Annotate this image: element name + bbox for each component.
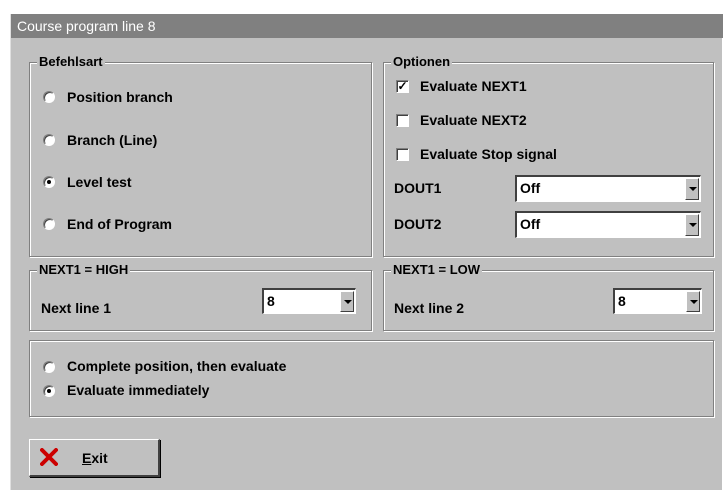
- next1-high-legend: NEXT1 = HIGH: [37, 262, 131, 278]
- next-line-2-value: 8: [618, 293, 626, 309]
- radio-position-branch[interactable]: [43, 91, 55, 103]
- dout1-label: DOUT1: [394, 180, 442, 196]
- window-title: Course program line 8: [11, 14, 723, 38]
- dout2-label: DOUT2: [394, 216, 442, 232]
- dout2-select[interactable]: Off: [515, 211, 701, 238]
- dialog-window: Course program line 8 Befehlsart Positio…: [10, 14, 723, 490]
- radio-evaluate-immediately-label[interactable]: Evaluate immediately: [67, 381, 209, 399]
- next-line-2-select[interactable]: 8: [613, 288, 702, 314]
- checkbox-evaluate-stop-signal[interactable]: [396, 148, 409, 161]
- checkbox-evaluate-next2-label[interactable]: Evaluate NEXT2: [420, 111, 527, 129]
- dout2-dropdown-arrow-icon[interactable]: [685, 214, 699, 236]
- radio-level-test[interactable]: [43, 176, 55, 188]
- checkbox-evaluate-stop-signal-label[interactable]: Evaluate Stop signal: [420, 145, 557, 163]
- radio-end-of-program-label[interactable]: End of Program: [67, 215, 172, 233]
- next1-high-group: NEXT1 = HIGH Next line 1 8: [29, 262, 373, 332]
- checkbox-evaluate-next1[interactable]: ✓: [396, 80, 409, 93]
- radio-complete-position-then-evaluate[interactable]: [43, 361, 55, 373]
- next-line-2-label: Next line 2: [394, 300, 465, 316]
- x-icon: [40, 448, 58, 466]
- befehlsart-legend: Befehlsart: [37, 54, 105, 70]
- evaluation-group: Complete position, then evaluate Evaluat…: [29, 340, 715, 418]
- next-line-1-label: Next line 1: [41, 300, 112, 316]
- optionen-group: Optionen ✓ Evaluate NEXT1 Evaluate NEXT2…: [383, 54, 715, 258]
- dout1-select[interactable]: Off: [515, 175, 701, 202]
- dout1-value: Off: [520, 180, 541, 196]
- befehlsart-group: Befehlsart Position branch Branch (Line)…: [29, 54, 373, 258]
- checkbox-evaluate-next1-label[interactable]: Evaluate NEXT1: [420, 77, 527, 95]
- radio-complete-position-then-evaluate-label[interactable]: Complete position, then evaluate: [67, 357, 286, 375]
- exit-button[interactable]: Exit: [29, 439, 160, 477]
- checkbox-evaluate-next2[interactable]: [396, 114, 409, 127]
- radio-evaluate-immediately[interactable]: [43, 385, 55, 397]
- dout1-dropdown-arrow-icon[interactable]: [685, 178, 699, 200]
- radio-level-test-label[interactable]: Level test: [67, 173, 132, 191]
- radio-branch-line[interactable]: [43, 134, 55, 146]
- exit-button-label: Exit: [82, 450, 108, 466]
- radio-position-branch-label[interactable]: Position branch: [67, 88, 173, 106]
- next-line-1-value: 8: [267, 293, 275, 309]
- optionen-legend: Optionen: [391, 54, 453, 70]
- next-line-1-select[interactable]: 8: [262, 288, 356, 314]
- radio-end-of-program[interactable]: [43, 218, 55, 230]
- radio-branch-line-label[interactable]: Branch (Line): [67, 131, 157, 149]
- next1-low-group: NEXT1 = LOW Next line 2 8: [383, 262, 715, 332]
- dout2-value: Off: [520, 216, 541, 232]
- next1-low-legend: NEXT1 = LOW: [391, 262, 483, 278]
- next-line-2-dropdown-arrow-icon[interactable]: [686, 291, 700, 312]
- next-line-1-dropdown-arrow-icon[interactable]: [340, 291, 354, 312]
